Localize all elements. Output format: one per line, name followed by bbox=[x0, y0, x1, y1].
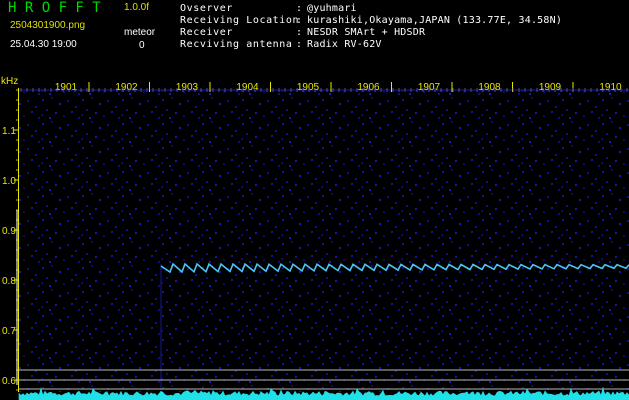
spectrogram-noise bbox=[19, 90, 629, 392]
location-separator: : bbox=[296, 15, 303, 26]
location-label: Receiving Location bbox=[180, 15, 300, 26]
x-tick-label: 1905 bbox=[297, 82, 320, 93]
x-tick-label: 1904 bbox=[236, 82, 259, 93]
observer-value: @yuhmari bbox=[307, 3, 357, 14]
antenna-label: Recviving antenna bbox=[180, 39, 293, 50]
hrofft-window: 1.1 1.0 0.9 0.8 0.7 0.6 1901 1902 1903 1904 1905 1… bbox=[0, 0, 629, 400]
receiver-value: NESDR SMArt + HDSDR bbox=[307, 27, 426, 38]
x-tick-label: 1909 bbox=[539, 82, 562, 93]
observer-label: Ovserver bbox=[180, 3, 233, 14]
receiver-separator: : bbox=[296, 27, 303, 38]
spectrogram-display: 1.11.00.90.80.70.6 1901 1902 1903 1904 1905 1… bbox=[1, 76, 629, 400]
antenna-separator: : bbox=[296, 39, 303, 50]
y-tick-label: 0.9 bbox=[2, 226, 16, 237]
x-tick-label: 1908 bbox=[478, 82, 501, 93]
location-value: kurashiki,Okayama,JAPAN (133.77E, 34.58N… bbox=[307, 15, 563, 26]
antenna-value: Radix RV-62V bbox=[307, 39, 382, 50]
y-axis-unit: kHz bbox=[1, 76, 18, 87]
y-tick-label: 1.0 bbox=[2, 176, 16, 187]
meteor-count-value: 0 bbox=[139, 40, 145, 51]
file-name: 2504301900.png bbox=[10, 20, 86, 31]
x-tick-label: 1901 bbox=[55, 82, 78, 93]
y-tick-label: 0.6 bbox=[2, 376, 16, 387]
app-title: H R O F F T bbox=[8, 0, 101, 16]
axis-unit-group: kHz bbox=[1, 76, 18, 87]
observer-separator: : bbox=[296, 3, 303, 14]
meteor-count-label: meteor bbox=[124, 27, 156, 38]
app-version: 1.0.0f bbox=[124, 2, 150, 13]
receiver-label: Receiver bbox=[180, 27, 233, 38]
y-tick-label: 1.1 bbox=[2, 126, 16, 137]
date-time: 25.04.30 19:00 bbox=[10, 39, 77, 50]
y-tick-label: 0.8 bbox=[2, 276, 16, 287]
y-tick-label: 0.7 bbox=[2, 326, 16, 337]
